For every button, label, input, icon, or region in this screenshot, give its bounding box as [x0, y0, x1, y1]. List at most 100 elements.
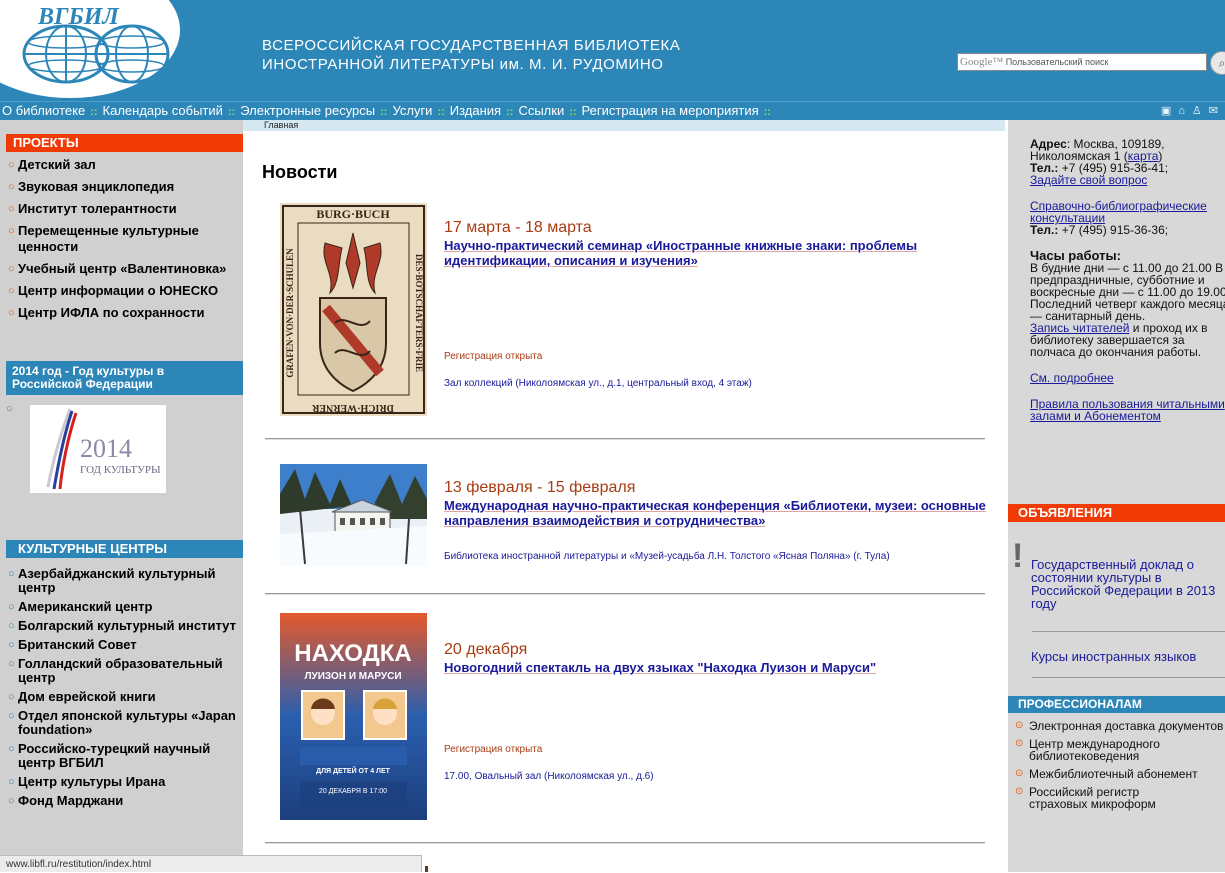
circle-bullet-icon: ○ — [8, 601, 15, 613]
circle-bullet-icon: ○ — [8, 568, 15, 580]
search-input[interactable]: Google™ Пользовательский поиск — [957, 53, 1207, 71]
dot-bullet-icon: ⊙ — [1015, 786, 1024, 797]
circle-bullet-icon: ○ — [8, 691, 15, 703]
nav-item-about[interactable]: О библиотеке — [0, 103, 87, 118]
prof-item[interactable]: ⊙ Электронная доставка документов — [1015, 720, 1225, 732]
news-venue: Зал коллекций (Николоямская ул., д.1, це… — [444, 378, 752, 389]
browser-status-bar: www.libfl.ru/restitution/index.html — [0, 855, 422, 872]
news-title-link[interactable]: Международная научно-практическая конфер… — [444, 498, 989, 528]
project-item[interactable]: ○ Перемещенные культурные ценности — [8, 223, 240, 255]
announcement-divider — [1032, 677, 1225, 678]
circle-bullet-icon: ○ — [8, 710, 15, 722]
center-item[interactable]: ○ Центр культуры Ирана — [8, 775, 243, 789]
circle-bullet-icon: ○ — [8, 776, 15, 788]
reference-consult-link[interactable]: Справочно-библиографические консультации — [1030, 200, 1225, 224]
circle-bullet-icon: ○ — [8, 159, 15, 171]
nav-item-calendar[interactable]: Календарь событий — [101, 103, 225, 118]
nav-item-services[interactable]: Услуги — [390, 103, 434, 118]
bookplate-image[interactable]: BURG·BUCH GRAFEN·VON·DER·SCHULEN DES·BOT… — [280, 203, 427, 416]
news-date: 20 декабря — [444, 641, 528, 658]
nav-separator: :: — [506, 106, 514, 118]
mail-icon[interactable]: ✉ — [1209, 105, 1218, 117]
nav-separator: :: — [763, 106, 771, 118]
contact-icon[interactable]: ▣ — [1161, 105, 1171, 117]
center-item[interactable]: ○ Британский Совет — [8, 638, 243, 652]
home-icon[interactable]: ⌂ — [1178, 105, 1185, 117]
announcement-link[interactable]: Курсы иностранных языков — [1031, 649, 1196, 664]
poster-subtitle: ЛУИЗОН И МАРУСИ — [304, 671, 401, 682]
nav-separator: :: — [569, 106, 577, 118]
projects-heading: ПРОЕКТЫ — [6, 134, 243, 152]
news-date: 13 февраля - 15 февраля — [444, 479, 636, 496]
nav-separator: :: — [90, 106, 98, 118]
circle-bullet-icon: ○ — [8, 639, 15, 651]
center-item[interactable]: ○ Отдел японской культуры «Japan foundati… — [8, 709, 243, 737]
news-venue: Библиотека иностранной литературы и «Муз… — [444, 551, 890, 562]
search-button[interactable]: ⌕ — [1210, 51, 1225, 75]
project-item[interactable]: ○ Институт толерантности — [8, 201, 240, 217]
center-item[interactable]: ○ Дом еврейской книги — [8, 690, 243, 704]
project-item[interactable]: ○ Звуковая энциклопедия — [8, 179, 240, 195]
news-title-link[interactable]: Новогодний спектакль на двух языках "Нах… — [444, 660, 989, 675]
circle-bullet-icon: ○ — [8, 285, 15, 297]
news-divider — [265, 842, 985, 843]
professionals-list: ⊙ Электронная доставка документов ⊙ Центр … — [1015, 720, 1225, 816]
dot-bullet-icon: ⊙ — [1015, 738, 1024, 749]
contact-info: Адрес: Москва, 109189, Николоямская 1 (к… — [1030, 138, 1225, 422]
nav-icons: ▣ ⌂ ♙ ✉ — [1161, 102, 1225, 120]
circle-bullet-icon: ○ — [8, 307, 15, 319]
sitemap-icon[interactable]: ♙ — [1192, 105, 1202, 117]
projects-list: ○ Детский зал ○ Звуковая энциклопедия ○ Инс… — [8, 157, 240, 327]
project-item[interactable]: ○ Центр ИФЛА по сохранности — [8, 305, 240, 321]
library-title: ВСЕРОССИЙСКАЯ ГОСУДАРСТВЕННАЯ БИБЛИОТЕКА… — [262, 36, 680, 74]
project-item[interactable]: ○ Центр информации о ЮНЕСКО — [8, 283, 240, 299]
center-item[interactable]: ○ Российско-турецкий научный центр ВГБИЛ — [8, 742, 243, 770]
circle-bullet-icon: ○ — [6, 403, 13, 415]
circle-bullet-icon: ○ — [8, 203, 15, 215]
center-item[interactable]: ○ Голландский образовательный центр — [8, 657, 243, 685]
performance-poster[interactable]: НАХОДКА ЛУИЗОН И МАРУСИ ДЛЯ ДЕТЕЙ ОТ 4 Л… — [280, 613, 427, 820]
year-of-culture-banner[interactable]: 2014 ГОД КУЛЬТУРЫ — [30, 405, 166, 493]
circle-bullet-icon: ○ — [8, 263, 15, 275]
rules-link[interactable]: Правила пользования читальными залами и … — [1030, 398, 1225, 422]
announcement-link[interactable]: Государственный доклад о состоянии культ… — [1031, 558, 1221, 610]
center-item[interactable]: ○ Азербайджанский культурный центр — [8, 567, 243, 595]
dot-bullet-icon: ⊙ — [1015, 720, 1024, 731]
circle-bullet-icon: ○ — [8, 658, 15, 670]
circle-bullet-icon: ○ — [8, 620, 15, 632]
search-icon: ⌕ — [1218, 56, 1225, 70]
announcements-heading: ОБЪЯВЛЕНИЯ — [1008, 504, 1225, 522]
search-placeholder: Пользовательский поиск — [1005, 57, 1109, 67]
estate-photo[interactable] — [280, 464, 427, 566]
main-nav: О библиотеке:: Календарь событий:: Электро… — [0, 101, 1225, 120]
nav-item-links[interactable]: Ссылки — [516, 103, 566, 118]
project-item[interactable]: ○ Детский зал — [8, 157, 240, 173]
prof-item[interactable]: ⊙ Межбиблиотечный абонемент — [1015, 768, 1225, 780]
project-item[interactable]: ○ Учебный центр «Валентиновка» — [8, 261, 240, 277]
banner-caption: ГОД КУЛЬТУРЫ — [80, 464, 161, 476]
nav-separator: :: — [437, 106, 445, 118]
center-item[interactable]: ○ Фонд Марджани — [8, 794, 243, 808]
prof-item[interactable]: ⊙ Российский регистр страховых микроформ — [1015, 786, 1225, 810]
dot-bullet-icon: ⊙ — [1015, 768, 1024, 779]
nav-item-eresources[interactable]: Электронные ресурсы — [238, 103, 377, 118]
bookplate-right-text: DES·BOTSCHAFTERS·FRIE — [414, 254, 424, 372]
ask-question-link[interactable]: Задайте свой вопрос — [1030, 174, 1225, 186]
nav-item-publications[interactable]: Издания — [448, 103, 503, 118]
hours-text: В будние дни — с 11.00 до 21.00 В предпр… — [1030, 261, 1225, 323]
nav-item-registration[interactable]: Регистрация на мероприятия — [580, 103, 761, 118]
bookplate-left-text: GRAFEN·VON·DER·SCHULEN — [285, 248, 295, 378]
center-item[interactable]: ○ Болгарский культурный институт — [8, 619, 243, 633]
library-title-line2: ИНОСТРАННОЙ ЛИТЕРАТУРЫ им. М. И. РУДОМИН… — [262, 56, 664, 73]
cultural-centers-heading: КУЛЬТУРНЫЕ ЦЕНТРЫ — [6, 540, 243, 558]
registration-status: Регистрация открыта — [444, 744, 543, 755]
news-title-link[interactable]: Научно-практический семинар «Иностранные… — [444, 238, 989, 268]
breadcrumb[interactable]: Главная — [264, 120, 298, 130]
address: Адрес: Москва, 109189, Николоямская 1 (к… — [1030, 137, 1165, 163]
prof-item[interactable]: ⊙ Центр международного библиотековедения — [1015, 738, 1225, 762]
announcement-divider — [1032, 631, 1225, 632]
library-title-line1: ВСЕРОССИЙСКАЯ ГОСУДАРСТВЕННАЯ БИБЛИОТЕКА — [262, 37, 681, 54]
library-logo[interactable]: ВГБИЛ — [20, 2, 170, 92]
more-details-link[interactable]: См. подробнее — [1030, 372, 1225, 384]
center-item[interactable]: ○ Американский центр — [8, 600, 243, 614]
